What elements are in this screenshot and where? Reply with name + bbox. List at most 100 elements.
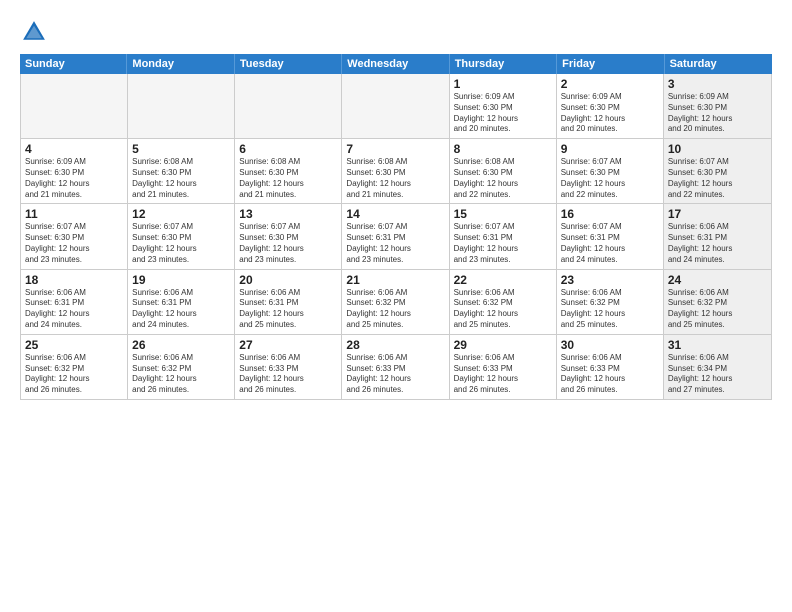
day-number: 27 — [239, 338, 337, 352]
day-number: 11 — [25, 207, 123, 221]
calendar-day-6: 6Sunrise: 6:08 AM Sunset: 6:30 PM Daylig… — [235, 139, 342, 203]
calendar-day-13: 13Sunrise: 6:07 AM Sunset: 6:30 PM Dayli… — [235, 204, 342, 268]
day-info: Sunrise: 6:06 AM Sunset: 6:33 PM Dayligh… — [239, 353, 337, 396]
calendar-day-23: 23Sunrise: 6:06 AM Sunset: 6:32 PM Dayli… — [557, 270, 664, 334]
day-info: Sunrise: 6:07 AM Sunset: 6:30 PM Dayligh… — [239, 222, 337, 265]
day-info: Sunrise: 6:09 AM Sunset: 6:30 PM Dayligh… — [561, 92, 659, 135]
day-info: Sunrise: 6:06 AM Sunset: 6:31 PM Dayligh… — [668, 222, 767, 265]
day-number: 28 — [346, 338, 444, 352]
day-info: Sunrise: 6:06 AM Sunset: 6:32 PM Dayligh… — [25, 353, 123, 396]
day-info: Sunrise: 6:07 AM Sunset: 6:31 PM Dayligh… — [346, 222, 444, 265]
calendar-header: SundayMondayTuesdayWednesdayThursdayFrid… — [20, 54, 772, 74]
day-info: Sunrise: 6:07 AM Sunset: 6:30 PM Dayligh… — [132, 222, 230, 265]
day-info: Sunrise: 6:08 AM Sunset: 6:30 PM Dayligh… — [346, 157, 444, 200]
day-info: Sunrise: 6:06 AM Sunset: 6:34 PM Dayligh… — [668, 353, 767, 396]
calendar-empty-cell — [235, 74, 342, 138]
day-number: 2 — [561, 77, 659, 91]
day-info: Sunrise: 6:07 AM Sunset: 6:30 PM Dayligh… — [25, 222, 123, 265]
calendar-week-3: 18Sunrise: 6:06 AM Sunset: 6:31 PM Dayli… — [21, 270, 771, 335]
calendar-day-5: 5Sunrise: 6:08 AM Sunset: 6:30 PM Daylig… — [128, 139, 235, 203]
day-number: 8 — [454, 142, 552, 156]
day-info: Sunrise: 6:08 AM Sunset: 6:30 PM Dayligh… — [454, 157, 552, 200]
day-number: 26 — [132, 338, 230, 352]
day-header-friday: Friday — [557, 54, 664, 74]
day-info: Sunrise: 6:06 AM Sunset: 6:33 PM Dayligh… — [346, 353, 444, 396]
day-number: 31 — [668, 338, 767, 352]
day-info: Sunrise: 6:06 AM Sunset: 6:33 PM Dayligh… — [454, 353, 552, 396]
day-number: 7 — [346, 142, 444, 156]
calendar-day-8: 8Sunrise: 6:08 AM Sunset: 6:30 PM Daylig… — [450, 139, 557, 203]
day-header-saturday: Saturday — [665, 54, 772, 74]
page: SundayMondayTuesdayWednesdayThursdayFrid… — [0, 0, 792, 612]
day-info: Sunrise: 6:08 AM Sunset: 6:30 PM Dayligh… — [132, 157, 230, 200]
calendar-day-7: 7Sunrise: 6:08 AM Sunset: 6:30 PM Daylig… — [342, 139, 449, 203]
calendar-day-3: 3Sunrise: 6:09 AM Sunset: 6:30 PM Daylig… — [664, 74, 771, 138]
calendar-day-25: 25Sunrise: 6:06 AM Sunset: 6:32 PM Dayli… — [21, 335, 128, 399]
calendar-day-12: 12Sunrise: 6:07 AM Sunset: 6:30 PM Dayli… — [128, 204, 235, 268]
calendar-week-4: 25Sunrise: 6:06 AM Sunset: 6:32 PM Dayli… — [21, 335, 771, 399]
calendar-day-11: 11Sunrise: 6:07 AM Sunset: 6:30 PM Dayli… — [21, 204, 128, 268]
day-number: 16 — [561, 207, 659, 221]
day-info: Sunrise: 6:07 AM Sunset: 6:31 PM Dayligh… — [454, 222, 552, 265]
calendar-day-26: 26Sunrise: 6:06 AM Sunset: 6:32 PM Dayli… — [128, 335, 235, 399]
day-info: Sunrise: 6:06 AM Sunset: 6:32 PM Dayligh… — [346, 288, 444, 331]
calendar-day-14: 14Sunrise: 6:07 AM Sunset: 6:31 PM Dayli… — [342, 204, 449, 268]
calendar-day-20: 20Sunrise: 6:06 AM Sunset: 6:31 PM Dayli… — [235, 270, 342, 334]
calendar-day-18: 18Sunrise: 6:06 AM Sunset: 6:31 PM Dayli… — [21, 270, 128, 334]
day-header-tuesday: Tuesday — [235, 54, 342, 74]
calendar-day-27: 27Sunrise: 6:06 AM Sunset: 6:33 PM Dayli… — [235, 335, 342, 399]
day-info: Sunrise: 6:06 AM Sunset: 6:31 PM Dayligh… — [25, 288, 123, 331]
day-info: Sunrise: 6:06 AM Sunset: 6:31 PM Dayligh… — [132, 288, 230, 331]
day-info: Sunrise: 6:06 AM Sunset: 6:32 PM Dayligh… — [132, 353, 230, 396]
day-number: 1 — [454, 77, 552, 91]
day-info: Sunrise: 6:06 AM Sunset: 6:33 PM Dayligh… — [561, 353, 659, 396]
calendar-rows: 1Sunrise: 6:09 AM Sunset: 6:30 PM Daylig… — [21, 74, 771, 399]
day-info: Sunrise: 6:08 AM Sunset: 6:30 PM Dayligh… — [239, 157, 337, 200]
day-number: 23 — [561, 273, 659, 287]
calendar-day-22: 22Sunrise: 6:06 AM Sunset: 6:32 PM Dayli… — [450, 270, 557, 334]
calendar-day-29: 29Sunrise: 6:06 AM Sunset: 6:33 PM Dayli… — [450, 335, 557, 399]
day-info: Sunrise: 6:07 AM Sunset: 6:30 PM Dayligh… — [561, 157, 659, 200]
calendar-day-10: 10Sunrise: 6:07 AM Sunset: 6:30 PM Dayli… — [664, 139, 771, 203]
day-number: 22 — [454, 273, 552, 287]
day-info: Sunrise: 6:07 AM Sunset: 6:31 PM Dayligh… — [561, 222, 659, 265]
calendar-day-15: 15Sunrise: 6:07 AM Sunset: 6:31 PM Dayli… — [450, 204, 557, 268]
calendar-day-31: 31Sunrise: 6:06 AM Sunset: 6:34 PM Dayli… — [664, 335, 771, 399]
day-header-monday: Monday — [127, 54, 234, 74]
logo — [20, 18, 52, 46]
day-info: Sunrise: 6:09 AM Sunset: 6:30 PM Dayligh… — [668, 92, 767, 135]
calendar-week-2: 11Sunrise: 6:07 AM Sunset: 6:30 PM Dayli… — [21, 204, 771, 269]
calendar-week-1: 4Sunrise: 6:09 AM Sunset: 6:30 PM Daylig… — [21, 139, 771, 204]
calendar-empty-cell — [21, 74, 128, 138]
day-number: 9 — [561, 142, 659, 156]
calendar-day-17: 17Sunrise: 6:06 AM Sunset: 6:31 PM Dayli… — [664, 204, 771, 268]
calendar-empty-cell — [128, 74, 235, 138]
calendar-day-24: 24Sunrise: 6:06 AM Sunset: 6:32 PM Dayli… — [664, 270, 771, 334]
day-info: Sunrise: 6:09 AM Sunset: 6:30 PM Dayligh… — [454, 92, 552, 135]
header — [20, 18, 772, 46]
day-info: Sunrise: 6:09 AM Sunset: 6:30 PM Dayligh… — [25, 157, 123, 200]
day-number: 12 — [132, 207, 230, 221]
day-number: 17 — [668, 207, 767, 221]
calendar-day-28: 28Sunrise: 6:06 AM Sunset: 6:33 PM Dayli… — [342, 335, 449, 399]
day-number: 10 — [668, 142, 767, 156]
day-info: Sunrise: 6:06 AM Sunset: 6:32 PM Dayligh… — [668, 288, 767, 331]
calendar-day-16: 16Sunrise: 6:07 AM Sunset: 6:31 PM Dayli… — [557, 204, 664, 268]
day-header-wednesday: Wednesday — [342, 54, 449, 74]
day-header-sunday: Sunday — [20, 54, 127, 74]
calendar-body: 1Sunrise: 6:09 AM Sunset: 6:30 PM Daylig… — [20, 74, 772, 400]
calendar-day-21: 21Sunrise: 6:06 AM Sunset: 6:32 PM Dayli… — [342, 270, 449, 334]
day-header-thursday: Thursday — [450, 54, 557, 74]
calendar: SundayMondayTuesdayWednesdayThursdayFrid… — [20, 54, 772, 602]
day-number: 19 — [132, 273, 230, 287]
calendar-day-30: 30Sunrise: 6:06 AM Sunset: 6:33 PM Dayli… — [557, 335, 664, 399]
calendar-day-4: 4Sunrise: 6:09 AM Sunset: 6:30 PM Daylig… — [21, 139, 128, 203]
day-number: 6 — [239, 142, 337, 156]
day-number: 29 — [454, 338, 552, 352]
day-number: 25 — [25, 338, 123, 352]
day-number: 21 — [346, 273, 444, 287]
day-info: Sunrise: 6:06 AM Sunset: 6:32 PM Dayligh… — [454, 288, 552, 331]
day-info: Sunrise: 6:07 AM Sunset: 6:30 PM Dayligh… — [668, 157, 767, 200]
calendar-day-1: 1Sunrise: 6:09 AM Sunset: 6:30 PM Daylig… — [450, 74, 557, 138]
calendar-day-2: 2Sunrise: 6:09 AM Sunset: 6:30 PM Daylig… — [557, 74, 664, 138]
